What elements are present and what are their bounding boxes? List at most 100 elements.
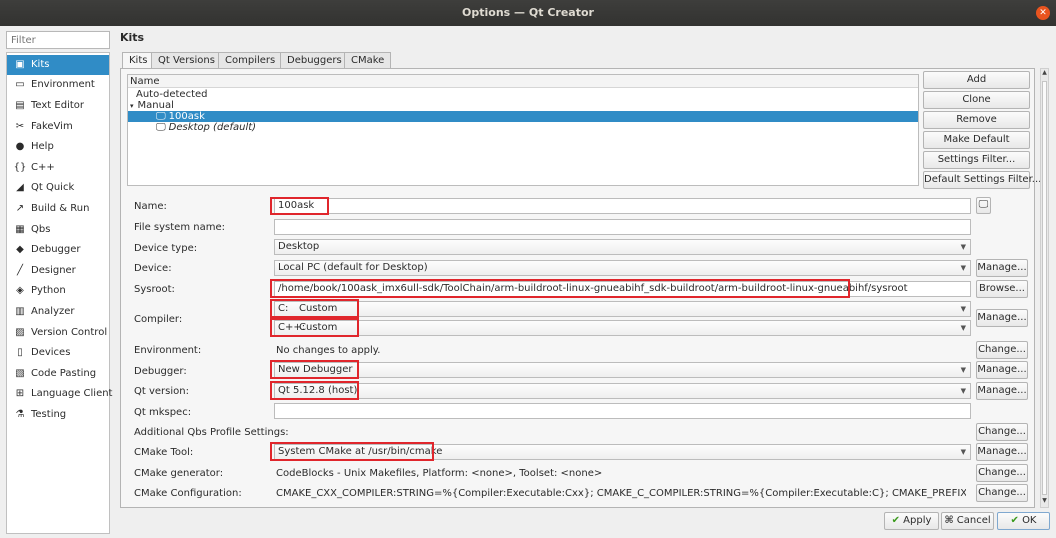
sidebar-item-analyzer[interactable]: ▥ Analyzer [7,302,109,322]
tab-qt-versions[interactable]: Qt Versions [151,52,222,69]
filter-input[interactable] [6,31,110,49]
sysroot-browse-button[interactable]: Browse... [976,280,1028,298]
sidebar-item-help[interactable]: ● Help [7,137,109,157]
build-run-icon: ↗ [15,203,25,214]
cmake-tool-label: CMake Tool: [134,447,194,458]
chevron-down-icon: ▼ [960,448,966,456]
braces-icon: {} [13,162,27,173]
monitor-icon: 🖵 [156,111,166,122]
sidebar-item-qbs[interactable]: ▦ Qbs [7,220,109,240]
compiler-c-select[interactable]: C: Custom ▼ [274,301,971,317]
debugger-label: Debugger: [134,366,187,377]
sidebar-item-version-control[interactable]: ▨ Version Control [7,323,109,343]
device-manage-button[interactable]: Manage... [976,259,1028,277]
tree-row-100ask[interactable]: 🖵 100ask [128,111,918,122]
chevron-down-icon: ▼ [960,366,966,374]
scrollbar-thumb[interactable] [1042,81,1047,495]
default-settings-filter-button[interactable]: Default Settings Filter... [923,171,1041,189]
qt-quick-icon: ◢ [16,182,24,193]
cmake-generator-change-button[interactable]: Change... [976,464,1028,482]
sidebar-item-devices[interactable]: ▯ Devices [7,343,109,363]
environment-value: No changes to apply. [276,345,381,356]
kits-tree[interactable]: Name Auto-detected ▾ Manual 🖵 100ask 🖵 Desk… [127,74,919,186]
qbs-profile-change-button[interactable]: Change... [976,423,1028,441]
environment-label: Environment: [134,345,202,356]
cmake-tool-manage-button[interactable]: Manage... [976,443,1028,461]
make-default-button[interactable]: Make Default [923,131,1030,149]
text-editor-icon: ▤ [15,100,25,111]
qt-version-label: Qt version: [134,386,189,397]
highlight-box [270,360,359,379]
tab-compilers[interactable]: Compilers [218,52,283,69]
tree-row-manual[interactable]: ▾ Manual [128,100,918,111]
help-icon: ● [15,141,25,152]
environment-change-button[interactable]: Change... [976,341,1028,359]
chevron-down-icon: ▼ [960,243,966,251]
qbs-profile-label: Additional Qbs Profile Settings: [134,427,289,438]
sidebar-item-language-client[interactable]: ⊞ Language Client [7,384,113,404]
devices-icon: ▯ [17,347,23,358]
qt-version-select[interactable]: Qt 5.12.8 (host) ▼ [274,383,971,399]
cancel-button[interactable]: ⌘ Cancel [941,512,994,530]
add-button[interactable]: Add [923,71,1030,89]
cancel-icon: ⌘ [944,515,954,526]
tree-row-desktop[interactable]: 🖵 Desktop (default) [128,122,918,133]
qt-mkspec-label: Qt mkspec: [134,407,192,418]
compiler-cxx-select[interactable]: C++:Custom ▼ [274,320,971,336]
sidebar-item-kits[interactable]: ▣ Kits [7,55,109,75]
clone-button[interactable]: Clone [923,91,1030,109]
chevron-down-icon[interactable]: ▾ [130,102,134,110]
tree-header: Name [128,75,918,88]
sidebar-item-python[interactable]: ◈ Python [7,281,109,301]
close-icon[interactable]: ✕ [1036,6,1050,20]
qt-mkspec-field[interactable] [274,403,971,419]
language-client-icon: ⊞ [15,388,25,399]
sidebar-item-environment[interactable]: ▭ Environment [7,75,109,95]
device-icon-button[interactable]: 🖵 [976,197,991,214]
debugger-select[interactable]: New Debugger ▼ [274,362,971,378]
highlight-box [270,318,359,337]
window-title: Options — Qt Creator [462,6,594,19]
qt-version-manage-button[interactable]: Manage... [976,382,1028,400]
ok-button[interactable]: ✔ OK [997,512,1050,530]
device-type-select[interactable]: Desktop ▼ [274,239,971,255]
tree-row-auto-detected[interactable]: Auto-detected [128,89,918,100]
sidebar-item-designer[interactable]: ╱ Designer [7,261,109,281]
highlight-box [270,299,359,318]
kits-panel: Name Auto-detected ▾ Manual 🖵 100ask 🖵 Desk… [120,68,1041,508]
sidebar-item-cpp[interactable]: {} C++ [7,158,109,178]
page-title: Kits [120,31,145,44]
sidebar-item-text-editor[interactable]: ▤ Text Editor [7,96,109,116]
compiler-manage-button[interactable]: Manage... [976,309,1028,327]
cmake-config-change-button[interactable]: Change... [976,484,1028,502]
highlight-box [270,279,850,298]
sidebar-item-fakevim[interactable]: ✂ FakeVim [7,117,109,137]
options-window: ▣Kits ▭Environment ▤Text Editor ✂FakeVim… [0,26,1056,538]
tab-cmake[interactable]: CMake [344,52,392,69]
settings-filter-button[interactable]: Settings Filter... [923,151,1030,169]
fs-name-label: File system name: [134,222,225,233]
sidebar-item-qt-quick[interactable]: ◢ Qt Quick [7,178,109,198]
monitor-icon: ▭ [15,79,25,90]
cmake-generator-value: CodeBlocks - Unix Makefiles, Platform: <… [276,468,603,479]
remove-button[interactable]: Remove [923,111,1030,129]
checkmark-icon: ✔ [1010,515,1019,526]
scroll-up-icon[interactable]: ▲ [1041,69,1048,76]
highlight-box [270,381,359,400]
fakevim-icon: ✂ [15,121,25,132]
name-field[interactable]: 100ask [274,198,971,214]
sidebar-item-testing[interactable]: ⚗ Testing [7,405,109,425]
monitor-icon: 🖵 [156,122,166,133]
chevron-down-icon: ▼ [960,305,966,313]
sidebar-item-code-pasting[interactable]: ▧ Code Pasting [7,364,109,384]
tab-debuggers[interactable]: Debuggers [280,52,349,69]
sidebar-item-build-run[interactable]: ↗ Build & Run [7,199,109,219]
apply-button[interactable]: ✔ Apply [884,512,939,530]
sidebar-item-debugger[interactable]: ◆ Debugger [7,240,109,260]
device-select[interactable]: Local PC (default for Desktop) ▼ [274,260,971,276]
panel-scrollbar[interactable]: ▲ ▼ [1040,68,1049,508]
chevron-down-icon: ▼ [960,264,966,272]
debugger-manage-button[interactable]: Manage... [976,361,1028,379]
fs-name-field[interactable] [274,219,971,235]
scroll-down-icon[interactable]: ▼ [1041,497,1048,504]
